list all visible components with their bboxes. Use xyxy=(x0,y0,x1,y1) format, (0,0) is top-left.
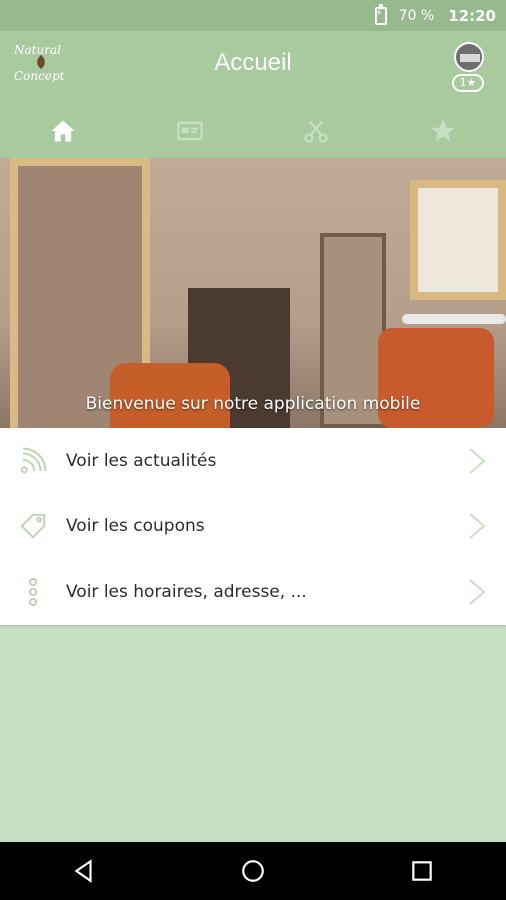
more-vertical-icon xyxy=(18,577,48,607)
star-icon xyxy=(431,119,455,142)
chevron-right-icon xyxy=(466,446,488,476)
tab-bar xyxy=(0,109,506,153)
tab-card[interactable] xyxy=(127,109,254,153)
circle-home-icon xyxy=(242,860,264,882)
avatar xyxy=(454,42,484,72)
counter-right xyxy=(402,314,506,324)
status-right: 70 % 12:20 xyxy=(374,0,496,31)
tag-icon xyxy=(18,511,48,541)
rss-icon xyxy=(18,446,48,476)
card-icon xyxy=(176,121,203,141)
menu-item-news[interactable]: Voir les actualités xyxy=(0,428,506,494)
system-nav-bar xyxy=(0,842,506,900)
square-recents-icon xyxy=(411,861,432,881)
profile-button[interactable]: 1★ xyxy=(452,42,486,94)
mirror-right xyxy=(410,180,506,300)
back-icon xyxy=(74,859,92,883)
clock: 12:20 xyxy=(448,6,496,25)
battery-icon xyxy=(374,3,387,25)
menu-item-label: Voir les horaires, adresse, ... xyxy=(66,581,307,602)
tab-scissors[interactable] xyxy=(253,109,380,153)
battery-level: 70 % xyxy=(398,7,435,24)
status-bar: 70 % 12:20 xyxy=(0,0,506,31)
hero-caption: Bienvenue sur notre application mobile xyxy=(85,394,421,414)
menu-item-coupons[interactable]: Voir les coupons xyxy=(0,494,506,560)
app-bar: Natural Concept Accueil 1★ xyxy=(0,31,506,158)
chevron-right-icon xyxy=(466,511,488,541)
menu-item-label: Voir les coupons xyxy=(66,516,205,537)
stars-badge: 1★ xyxy=(452,74,484,92)
tab-favorites[interactable] xyxy=(380,109,506,153)
home-button[interactable] xyxy=(169,842,338,900)
chevron-right-icon xyxy=(466,577,488,607)
scissors-icon xyxy=(304,120,328,143)
back-button[interactable] xyxy=(0,842,169,900)
home-icon xyxy=(51,120,75,142)
menu-list: Voir les actualités Voir les coupons Voi… xyxy=(0,428,506,625)
hero-image: Bienvenue sur notre application mobile xyxy=(0,158,506,428)
menu-item-info[interactable]: Voir les horaires, adresse, ... xyxy=(0,559,506,625)
menu-item-label: Voir les actualités xyxy=(66,450,217,471)
page-title: Accueil xyxy=(214,49,292,76)
recents-button[interactable] xyxy=(337,842,506,900)
tab-home[interactable] xyxy=(0,109,127,153)
